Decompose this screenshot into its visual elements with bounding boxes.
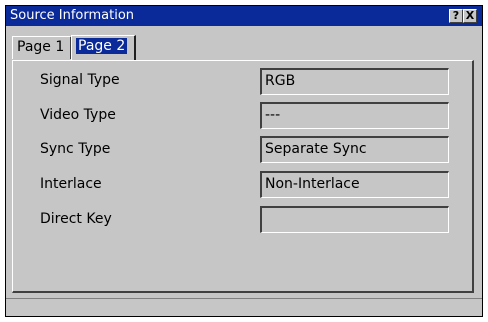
interlace-field: Non-Interlace [260,171,449,198]
source-information-dialog: Source Information ? X Page 1 Page 2 Sig… [5,5,483,317]
interlace-label: Interlace [40,176,102,192]
tab-page-2-label: Page 2 [76,38,128,54]
tab-page-1[interactable]: Page 1 [12,36,72,59]
tab-page-2[interactable]: Page 2 [71,35,136,60]
sync-type-label: Sync Type [40,141,111,157]
video-type-field: --- [260,102,449,129]
title-bar[interactable]: Source Information ? X [6,6,482,26]
close-button[interactable]: X [463,9,477,23]
direct-key-label: Direct Key [40,211,112,227]
window-title: Source Information [10,8,135,23]
signal-type-field: RGB [260,68,449,95]
tab-page-1-label: Page 1 [17,39,65,55]
signal-type-label: Signal Type [40,72,120,88]
help-button[interactable]: ? [449,9,463,23]
sync-type-field: Separate Sync [260,136,449,163]
direct-key-field [260,206,449,233]
video-type-label: Video Type [40,107,116,123]
status-bar [6,298,482,316]
